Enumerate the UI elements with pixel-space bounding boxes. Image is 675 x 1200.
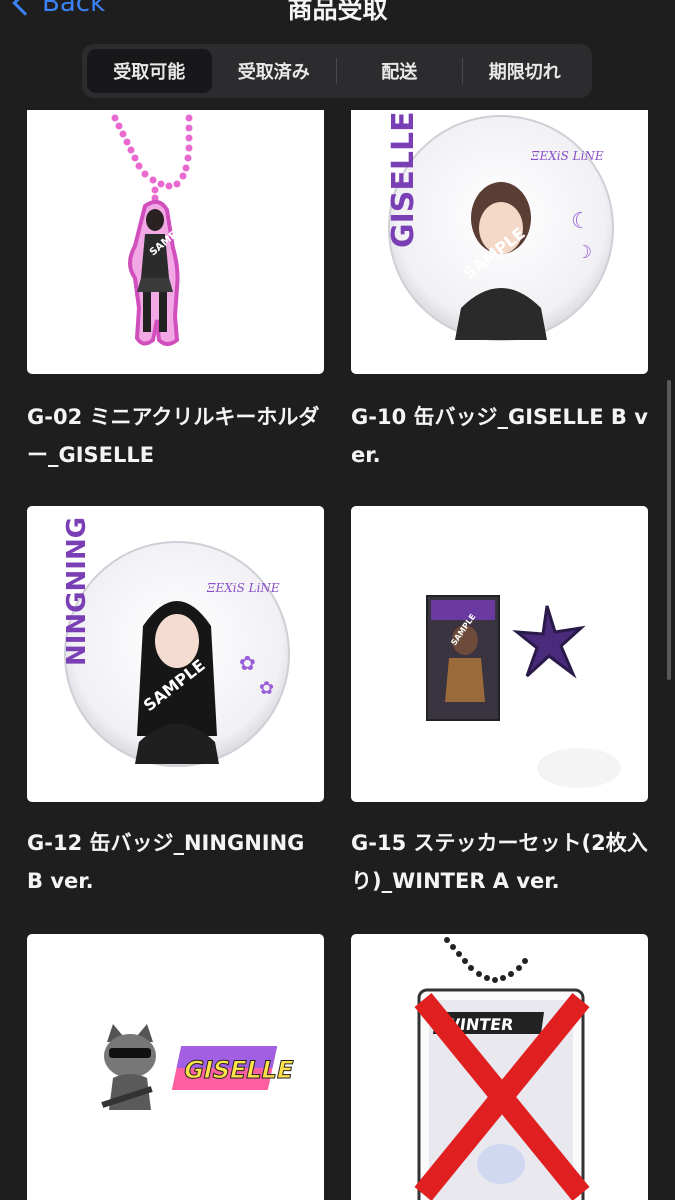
product-image[interactable]: WINTER: [351, 934, 648, 1200]
product-card[interactable]: WINTER: [351, 0, 648, 1200]
product-image[interactable]: GISELLE: [27, 934, 324, 1200]
nav-header: Back 商品受取 受取可能 受取済み 配送 期限切れ: [0, 0, 675, 110]
ball-chain: [444, 937, 528, 983]
segmented-control: 受取可能 受取済み 配送 期限切れ: [82, 44, 592, 98]
page-title: 商品受取: [287, 0, 388, 24]
tab-expired[interactable]: 期限切れ: [463, 49, 588, 93]
scrollbar[interactable]: [667, 380, 671, 680]
tab-received[interactable]: 受取済み: [212, 49, 337, 93]
tab-shipping[interactable]: 配送: [337, 49, 462, 93]
tab-receivable[interactable]: 受取可能: [87, 49, 212, 93]
sticker-text: GISELLE: [181, 1055, 296, 1084]
product-card[interactable]: GISELLE: [27, 0, 324, 1200]
